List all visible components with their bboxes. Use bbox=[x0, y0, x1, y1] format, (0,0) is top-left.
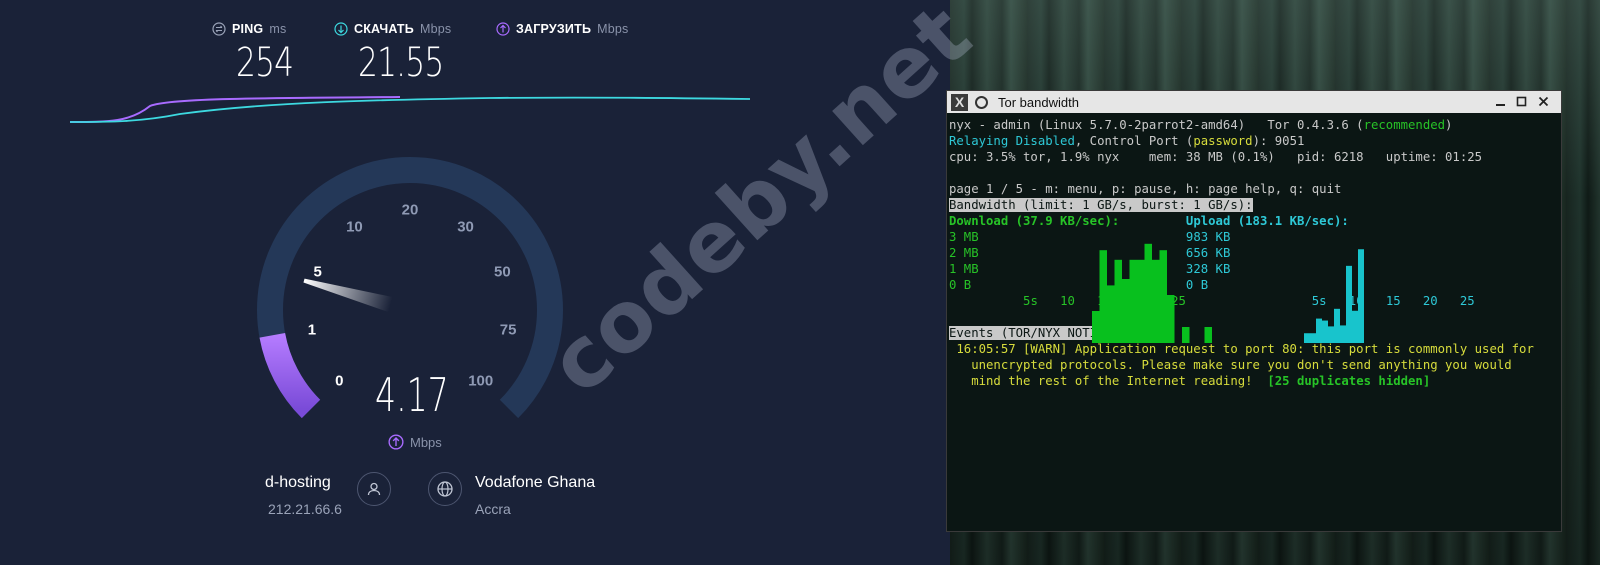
gauge-tick-50: 50 bbox=[494, 263, 511, 281]
download-bar bbox=[1099, 250, 1107, 343]
upload-arrow-icon bbox=[496, 22, 510, 36]
minimize-button[interactable] bbox=[1493, 94, 1508, 109]
upload-bar bbox=[1358, 249, 1364, 343]
server-ip: 212.21.66.6 bbox=[268, 501, 342, 517]
speed-history-graph bbox=[70, 96, 751, 123]
gauge-tick-0: 0 bbox=[335, 372, 344, 390]
gauge-tick-30: 30 bbox=[457, 218, 474, 236]
upload-bar bbox=[1346, 265, 1352, 343]
isp-location: Accra bbox=[475, 501, 511, 517]
download-unit: Mbps bbox=[419, 22, 452, 36]
page-nav-line: page 1 / 5 - m: menu, p: pause, h: page … bbox=[949, 182, 1342, 196]
download-bandwidth-graph bbox=[1092, 243, 1212, 343]
maximize-icon bbox=[1516, 96, 1527, 107]
upload-bar bbox=[1322, 320, 1328, 343]
ping-metric: PING ms bbox=[212, 22, 286, 36]
user-icon bbox=[367, 482, 381, 496]
close-button[interactable] bbox=[1536, 94, 1551, 109]
dl-y-0: 0 B bbox=[949, 278, 972, 292]
upload-bar bbox=[1340, 325, 1346, 343]
gauge-progress-arc bbox=[259, 332, 321, 419]
download-bar bbox=[1092, 311, 1100, 343]
download-bar bbox=[1152, 259, 1160, 343]
window-pin-icon[interactable] bbox=[975, 95, 988, 109]
download-bar bbox=[1159, 250, 1167, 343]
window-titlebar[interactable]: X Tor bandwidth bbox=[947, 91, 1561, 113]
dl-y-3mb: 3 MB bbox=[949, 230, 979, 244]
upload-arrow-icon bbox=[388, 434, 404, 450]
download-bar bbox=[1137, 259, 1145, 343]
gauge-tick-100: 100 bbox=[468, 372, 494, 390]
server-name: d-hosting bbox=[265, 474, 331, 491]
upload-metric: ЗАГРУЗИТЬ Mbps bbox=[496, 22, 629, 36]
download-bar bbox=[1204, 327, 1212, 343]
download-bar bbox=[1167, 295, 1175, 343]
maximize-button[interactable] bbox=[1514, 94, 1529, 109]
isp-name: Vodafone Ghana bbox=[475, 474, 596, 491]
upload-bar bbox=[1352, 310, 1358, 343]
upload-bar bbox=[1316, 318, 1322, 343]
gauge-needle bbox=[303, 278, 411, 319]
current-speed-unit: Mbps bbox=[410, 434, 442, 450]
download-bar bbox=[1122, 279, 1130, 343]
dl-y-1mb: 1 MB bbox=[949, 262, 979, 276]
ping-label: PING bbox=[232, 22, 264, 36]
gauge-tick-20: 20 bbox=[401, 201, 419, 219]
download-metric: СКАЧАТЬ Mbps bbox=[334, 22, 451, 36]
gauge-tick-1: 1 bbox=[307, 321, 317, 338]
header-line-3: cpu: 3.5% tor, 1.9% nyx mem: 38 MB (0.1%… bbox=[949, 150, 1483, 164]
upload-bandwidth-graph bbox=[1304, 249, 1364, 343]
x-app-icon[interactable]: X bbox=[951, 93, 968, 111]
header-line-1: nyx - admin (Linux 5.7.0-2parrot2-amd64)… bbox=[949, 118, 1453, 132]
upload-bar bbox=[1328, 326, 1334, 343]
download-bar bbox=[1182, 327, 1190, 343]
event-line-3: mind the rest of the Internet reading! [… bbox=[949, 374, 1431, 388]
download-bar bbox=[1144, 243, 1152, 343]
upload-bar bbox=[1310, 333, 1316, 343]
ping-unit: ms bbox=[269, 22, 287, 36]
gauge-tick-10: 10 bbox=[346, 218, 363, 236]
minimize-icon bbox=[1496, 104, 1505, 106]
download-arrow-icon bbox=[334, 22, 348, 36]
upload-unit: Mbps bbox=[597, 22, 629, 36]
download-bar bbox=[1107, 285, 1115, 343]
current-speed-unit-row: Mbps bbox=[388, 434, 442, 450]
download-bar bbox=[1129, 259, 1137, 343]
window-title: Tor bandwidth bbox=[998, 94, 1079, 110]
speedtest-panel: PING ms 254 СКАЧАТЬ Mbps 21.55 ЗАГРУЗИТЬ… bbox=[0, 0, 950, 565]
dl-y-2mb: 2 MB bbox=[949, 246, 979, 260]
download-bar bbox=[1114, 259, 1122, 343]
event-line-2: unencrypted protocols. Please make sure … bbox=[949, 358, 1512, 372]
download-label: СКАЧАТЬ bbox=[354, 22, 414, 36]
bandwidth-header: Bandwidth (limit: 1 GB/s, burst: 1 GB/s)… bbox=[949, 198, 1253, 212]
ping-value: 254 bbox=[236, 40, 294, 86]
current-speed-value: 4.17 bbox=[375, 368, 449, 422]
terminal-window[interactable]: X Tor bandwidth nyx - admin (Linux 5.7.0… bbox=[946, 90, 1562, 532]
upload-label: ЗАГРУЗИТЬ bbox=[516, 22, 592, 36]
change-server-button[interactable] bbox=[357, 472, 391, 506]
download-value: 21.55 bbox=[358, 40, 444, 86]
upload-header: Upload (183.1 KB/sec): bbox=[1185, 214, 1349, 228]
isp-button[interactable] bbox=[428, 472, 462, 506]
download-header: Download (37.9 KB/sec): bbox=[949, 214, 1120, 228]
gauge-tick-5: 5 bbox=[313, 263, 322, 281]
header-line-2: Relaying Disabled, Control Port (passwor… bbox=[949, 134, 1305, 148]
close-icon bbox=[1538, 96, 1549, 107]
upload-bar bbox=[1334, 308, 1340, 343]
upload-bar bbox=[1304, 333, 1310, 343]
globe-icon bbox=[437, 481, 453, 497]
gauge-tick-75: 75 bbox=[499, 321, 517, 338]
ping-icon bbox=[212, 22, 226, 36]
